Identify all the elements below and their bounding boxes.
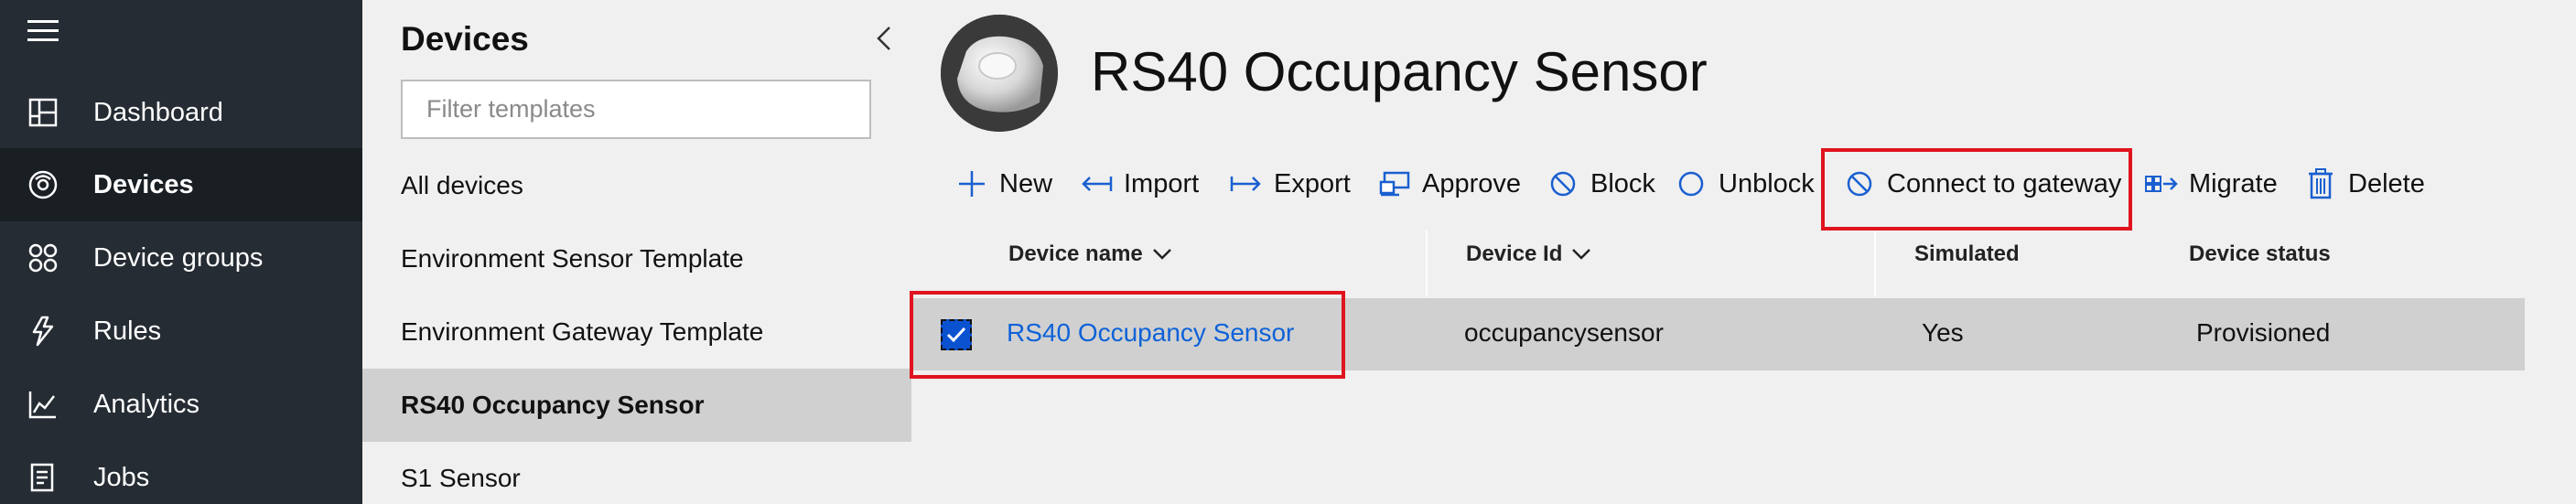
hamburger-menu-icon[interactable]	[27, 20, 59, 53]
migrate-button[interactable]: Migrate	[2145, 160, 2278, 208]
chevron-down-icon	[1571, 241, 1591, 267]
template-item-label: Environment Sensor Template	[401, 244, 744, 273]
nav-item-label: Devices	[93, 169, 194, 199]
row-checkbox[interactable]	[941, 319, 972, 350]
export-button-label: Export	[1274, 168, 1351, 198]
connect-to-gateway-button[interactable]: Connect to gateway	[1843, 160, 2121, 208]
nav-item-analytics[interactable]: Analytics	[0, 368, 362, 441]
rules-icon	[27, 316, 59, 347]
device-id-cell: occupancysensor	[1464, 318, 1664, 347]
column-header-simulated[interactable]: Simulated	[1914, 241, 2020, 267]
new-button[interactable]: New	[955, 160, 1052, 208]
device-groups-icon	[27, 242, 59, 273]
block-button[interactable]: Block	[1547, 160, 1655, 208]
nav-item-jobs[interactable]: Jobs	[0, 441, 362, 504]
simulated-cell: Yes	[1922, 318, 1964, 347]
nav-item-label: Device groups	[93, 242, 264, 273]
migrate-button-label: Migrate	[2189, 168, 2278, 198]
import-button-label: Import	[1124, 168, 1200, 198]
chevron-down-icon	[1152, 241, 1172, 267]
jobs-icon	[27, 462, 59, 493]
dashboard-icon	[27, 97, 59, 128]
left-nav: Dashboard Devices Device groups Rules An…	[0, 0, 362, 504]
nav-item-dashboard[interactable]: Dashboard	[0, 76, 362, 149]
device-name-link[interactable]: RS40 Occupancy Sensor	[1007, 318, 1294, 348]
unblock-button[interactable]: Unblock	[1675, 160, 1815, 208]
device-status-cell: Provisioned	[2196, 318, 2331, 347]
panel-title: Devices	[401, 20, 529, 58]
column-header-label: Simulated	[1914, 241, 2020, 266]
column-header-label: Device status	[2189, 241, 2331, 266]
template-item-label: RS40 Occupancy Sensor	[401, 391, 705, 419]
template-item-s1-sensor[interactable]: S1 Sensor	[362, 442, 911, 504]
nav-item-rules[interactable]: Rules	[0, 295, 362, 368]
trash-icon	[2304, 167, 2337, 200]
column-header-label: Device Id	[1466, 241, 1563, 266]
unblock-icon	[1675, 167, 1708, 200]
approve-button[interactable]: Approve	[1378, 160, 1521, 208]
column-header-device-status[interactable]: Device status	[2189, 241, 2331, 267]
approve-icon	[1378, 167, 1411, 200]
column-header-device-id[interactable]: Device Id	[1466, 241, 1591, 267]
column-header-device-name[interactable]: Device name	[1008, 241, 1172, 267]
devices-icon	[27, 169, 59, 200]
delete-button[interactable]: Delete	[2304, 160, 2425, 208]
nav-item-device-groups[interactable]: Device groups	[0, 221, 362, 295]
export-icon	[1230, 167, 1263, 200]
filter-templates-input[interactable]	[401, 80, 871, 139]
collapse-chevron-left-icon[interactable]	[871, 22, 899, 55]
import-button[interactable]: Import	[1080, 160, 1199, 208]
migrate-icon	[2145, 167, 2178, 200]
template-item-all-devices[interactable]: All devices	[362, 149, 911, 222]
template-item-label: All devices	[401, 171, 523, 199]
unblock-button-label: Unblock	[1719, 168, 1815, 198]
export-button[interactable]: Export	[1230, 160, 1351, 208]
block-icon	[1547, 167, 1579, 200]
block-icon	[1843, 167, 1876, 200]
nav-item-devices[interactable]: Devices	[0, 148, 362, 221]
device-template-image	[941, 15, 1058, 132]
template-item-environment-gateway[interactable]: Environment Gateway Template	[362, 295, 911, 369]
new-button-label: New	[999, 168, 1053, 198]
connect-to-gateway-label: Connect to gateway	[1887, 168, 2122, 198]
nav-item-label: Jobs	[93, 462, 150, 492]
table-row[interactable]: RS40 Occupancy Sensor occupancysensor Ye…	[911, 298, 2525, 370]
approve-button-label: Approve	[1422, 168, 1522, 198]
template-item-label: Environment Gateway Template	[401, 317, 764, 346]
analytics-icon	[27, 389, 59, 420]
nav-item-label: Dashboard	[93, 97, 223, 127]
main-content: RS40 Occupancy Sensor New Import Export …	[911, 0, 2576, 504]
template-item-rs40-occupancy-sensor[interactable]: RS40 Occupancy Sensor	[362, 369, 911, 442]
block-button-label: Block	[1590, 168, 1655, 198]
delete-button-label: Delete	[2348, 168, 2425, 198]
import-icon	[1080, 167, 1113, 200]
templates-panel: Devices All devices Environment Sensor T…	[362, 0, 911, 504]
column-divider[interactable]	[1874, 231, 1876, 296]
column-header-label: Device name	[1008, 241, 1143, 266]
plus-icon	[955, 167, 988, 200]
template-item-environment-sensor[interactable]: Environment Sensor Template	[362, 222, 911, 295]
column-divider[interactable]	[1426, 231, 1428, 296]
nav-item-label: Analytics	[93, 389, 200, 419]
page-title: RS40 Occupancy Sensor	[1091, 41, 1708, 102]
nav-item-label: Rules	[93, 316, 162, 346]
template-item-label: S1 Sensor	[401, 464, 521, 492]
